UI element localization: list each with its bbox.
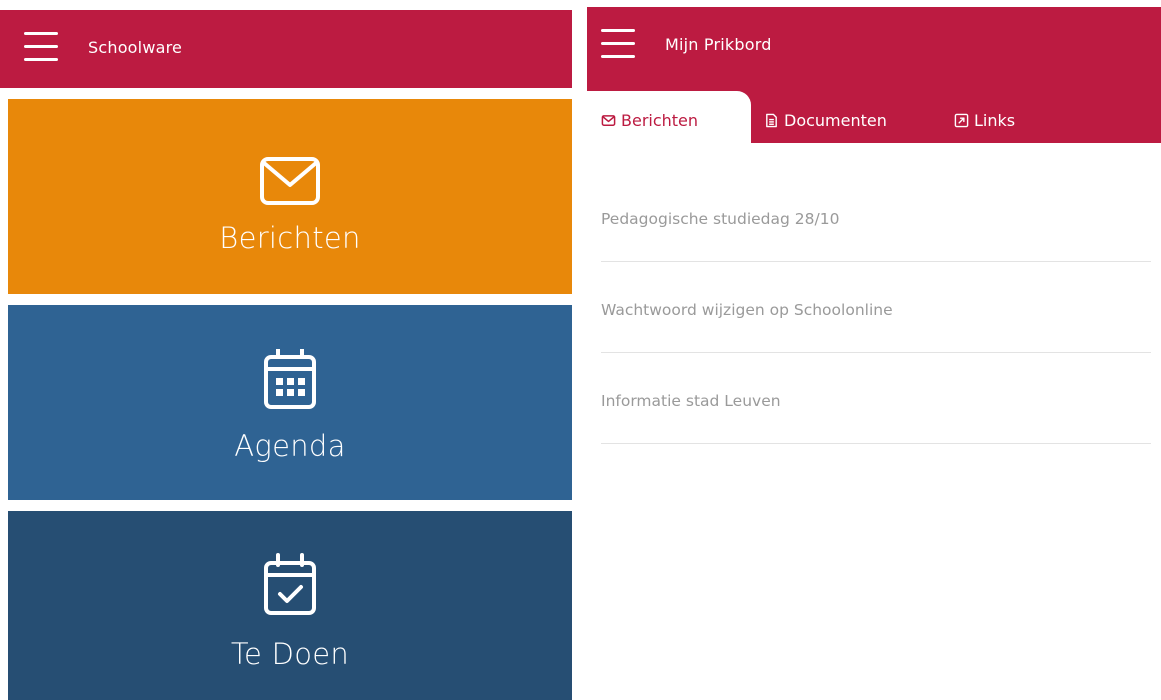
app-header: Schoolware [0, 10, 572, 88]
list-item[interactable]: Wachtwoord wijzigen op Schoolonline [601, 262, 1151, 353]
calendar-icon [264, 349, 316, 409]
app-title: Schoolware [88, 38, 183, 57]
te-doen-tile[interactable]: Te Doen [8, 511, 572, 700]
envelope-icon [601, 115, 616, 126]
tab-label: Documenten [784, 111, 887, 130]
agenda-tile[interactable]: Agenda [8, 305, 572, 500]
message-title: Wachtwoord wijzigen op Schoolonline [601, 301, 893, 319]
prikbord-screen: Mijn Prikbord Berichten Documenten Links… [587, 0, 1161, 700]
calendar-check-icon [264, 553, 316, 615]
tab-bar: Berichten Documenten Links [587, 91, 1161, 150]
tab-label: Berichten [621, 111, 699, 130]
schoolware-home-screen: Schoolware Berichten Agenda Te Doen [0, 0, 572, 700]
menu-icon[interactable] [601, 29, 635, 59]
tab-documenten[interactable]: Documenten [764, 91, 887, 150]
tile-label: Berichten [219, 221, 361, 255]
document-icon [766, 113, 777, 128]
app-header: Mijn Prikbord Berichten Documenten Links [587, 7, 1161, 150]
tile-label: Agenda [234, 429, 346, 463]
list-item[interactable]: Informatie stad Leuven [601, 353, 1151, 444]
external-link-icon [954, 113, 969, 128]
list-item[interactable]: Pedagogische studiedag 28/10 [601, 171, 1151, 262]
berichten-tile[interactable]: Berichten [8, 99, 572, 294]
tab-links[interactable]: Links [954, 91, 1015, 150]
message-title: Pedagogische studiedag 28/10 [601, 210, 840, 228]
tab-label: Links [974, 111, 1016, 130]
message-title: Informatie stad Leuven [601, 392, 781, 410]
message-list: Pedagogische studiedag 28/10 Wachtwoord … [601, 171, 1151, 444]
tab-berichten[interactable]: Berichten [587, 91, 751, 150]
tile-label: Te Doen [230, 637, 350, 671]
page-title: Mijn Prikbord [665, 35, 772, 54]
menu-icon[interactable] [24, 32, 58, 62]
envelope-icon [260, 157, 320, 205]
